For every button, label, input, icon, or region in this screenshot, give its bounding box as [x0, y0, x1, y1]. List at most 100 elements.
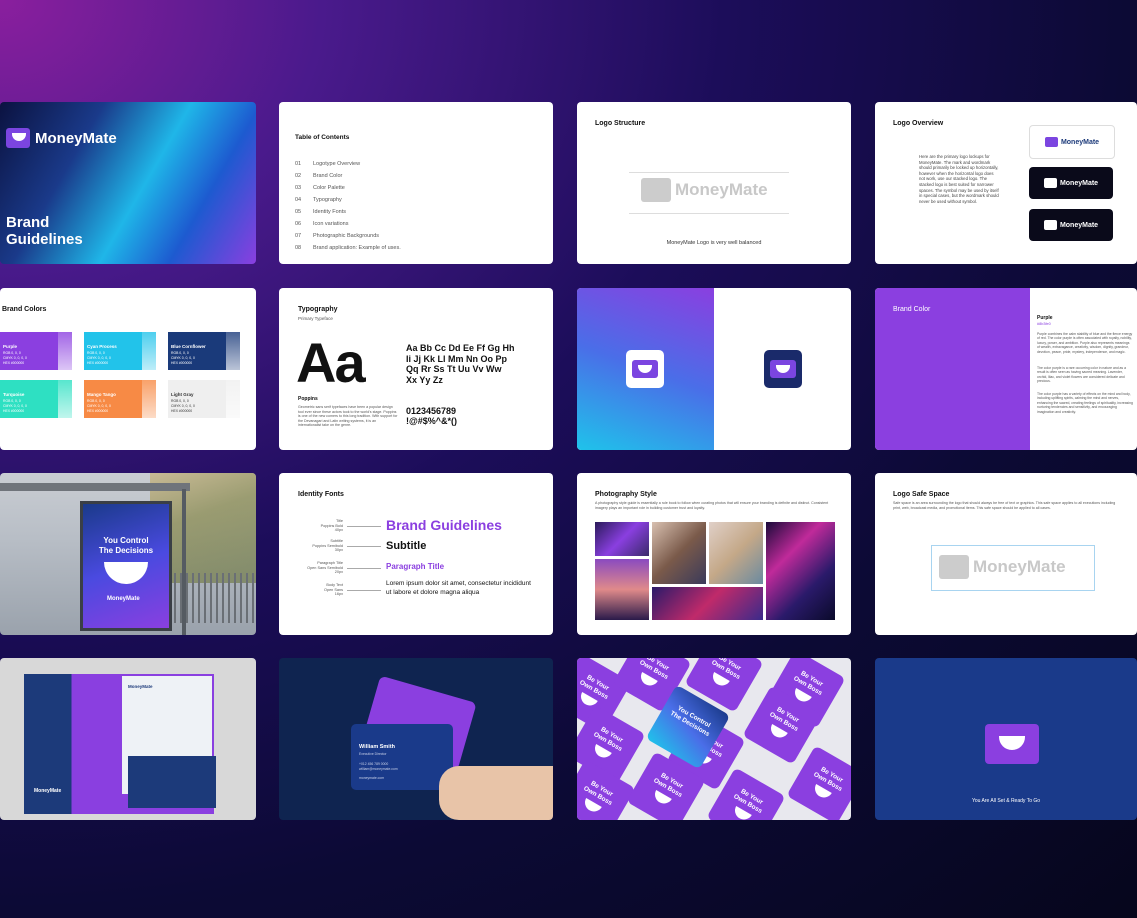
toc-item[interactable]: 01 Logotype Overview [295, 158, 401, 170]
color-swatch: Cyan Process RGB 0, 0, 0 CMYK 0, 0, 0, 0 HE… [84, 332, 156, 370]
logo-structure-slide[interactable]: Logo Structure MoneyMate MoneyMate Logo … [577, 102, 851, 264]
toc-number: 07 [295, 233, 302, 239]
billboard-slide[interactable]: You Control The Decisions MoneyMate [0, 473, 256, 635]
font-spec-label: Paragraph Title Open Sans Semibold 20px [289, 561, 343, 575]
swatch-name: Light Gray [171, 392, 194, 397]
color-swatch: Turquoise RGB 0, 0, 0 CMYK 0, 0, 0, 0 HEX #… [0, 380, 72, 418]
wallet-icon [6, 128, 30, 148]
stickers-slide[interactable]: Be Your Own Boss Be Your Own Boss Be Your Own… [577, 658, 851, 820]
swatch-name: Blue Cornflower [171, 344, 206, 349]
typography-subtitle: Primary Typeface [298, 316, 333, 321]
toc-label: Brand application: Example of uses. [313, 245, 401, 251]
color-swatch: Light Gray RGB 0, 0, 0 CMYK 0, 0, 0, 0 HEX … [168, 380, 240, 418]
structure-caption: MoneyMate Logo is very well balanced [666, 240, 762, 246]
folder-brand: MoneyMate [34, 788, 62, 794]
cover-title: Brand Guidelines [6, 214, 83, 248]
variant-brand-name: MoneyMate [1059, 221, 1099, 229]
safe-space-body: Safe space is an area surrounding the lo… [893, 501, 1116, 510]
closing-text: You Are All Set & Ready To Go [971, 798, 1041, 804]
swatch-name: Cyan Process [87, 344, 117, 349]
logo-overview-slide[interactable]: Logo Overview Here are the primary logo … [875, 102, 1137, 264]
card-phone: +012 456 789 0000 [359, 762, 389, 766]
swatch-tints [226, 380, 240, 418]
swatch-value: HEX #000000 [3, 361, 25, 365]
swatch-value: CMYK 0, 0, 0, 0 [87, 356, 111, 360]
wallet-icon [770, 360, 796, 378]
photo-2 [652, 522, 706, 584]
swatch-value: HEX #000000 [87, 361, 109, 365]
logo-overview-title: Logo Overview [893, 120, 944, 127]
shelter-roof [0, 483, 190, 491]
swatch-value: CMYK 0, 0, 0, 0 [87, 404, 111, 408]
toc-slide[interactable]: Table of Contents 01 Logotype Overview 02 B… [279, 102, 553, 264]
cover-slide[interactable]: MoneyMate Brand Guidelines [0, 102, 256, 264]
sample-title: Brand Guidelines [386, 517, 502, 533]
structure-logo: MoneyMate [641, 178, 768, 202]
swatch-value: CMYK 0, 0, 0, 0 [171, 356, 195, 360]
photo-1 [595, 522, 649, 556]
toc-item[interactable]: 05 Identity Fonts [295, 206, 401, 218]
toc-number: 08 [295, 245, 302, 251]
swatch-value: RGB 0, 0, 0 [171, 351, 189, 355]
digits: 0123456789 [406, 406, 457, 416]
wallet-icon [1043, 178, 1057, 188]
wallet-smile [999, 736, 1025, 750]
typography-slide[interactable]: Typography Primary Typeface Aa Poppins G… [279, 288, 553, 450]
font-spec-line: 20px [334, 570, 343, 575]
business-card-slide[interactable]: William Smith Executive Director +012 45… [279, 658, 553, 820]
identity-fonts-slide[interactable]: Identity Fonts Brand Guidelines Subtitle… [279, 473, 553, 635]
type-specimen: Aa [296, 331, 366, 394]
logo-variant: MoneyMate [1029, 167, 1113, 199]
photo-6 [652, 587, 763, 620]
sample-subtitle: Subtitle [386, 540, 427, 552]
color-p2: The color purple is a rare occurring col… [1037, 366, 1126, 384]
toc-item[interactable]: 08 Brand application: Example of uses. [295, 242, 401, 254]
safe-space-slide[interactable]: Logo Safe Space Safe space is an area su… [875, 473, 1137, 635]
hand [439, 766, 553, 820]
toc-item[interactable]: 04 Typography [295, 194, 401, 206]
app-icon-dark [764, 350, 802, 388]
wallet-large-icon [985, 724, 1039, 764]
toc-number: 06 [295, 221, 302, 227]
toc-item[interactable]: 07 Photographic Backgrounds [295, 230, 401, 242]
alphabet-line1: Aa Bb Cc Dd Ee Ff Gg Hh [406, 343, 515, 353]
color-swatch: Mango Tango RGB 0, 0, 0 CMYK 0, 0, 0, 0 HEX… [84, 380, 156, 418]
photo-3 [709, 522, 763, 584]
swatch-tints [58, 380, 72, 418]
safe-brand-name: MoneyMate [973, 557, 1066, 576]
card-role: Executive Director [359, 752, 387, 756]
swatch-value: CMYK 0, 0, 0, 0 [3, 404, 27, 408]
variant-brand-name: MoneyMate [1059, 179, 1099, 187]
connector-line [347, 568, 381, 569]
brand-color-title: Brand Color [893, 306, 931, 313]
brand-colors-slide[interactable]: Brand Colors Purple RGB 0, 0, 0 CMYK 0, 0,… [0, 288, 256, 450]
toc-number: 04 [295, 197, 302, 203]
photography-slide[interactable]: Photography Style A photography style gu… [577, 473, 851, 635]
icon-variations-slide[interactable] [577, 288, 851, 450]
sample-paragraph-title: Paragraph Title [386, 562, 445, 571]
swatch-value: RGB 0, 0, 0 [3, 399, 21, 403]
photography-title: Photography Style [595, 491, 657, 498]
typography-title: Typography [298, 306, 338, 313]
toc-item[interactable]: 06 Icon variations [295, 218, 401, 230]
swatch-value: RGB 0, 0, 0 [171, 399, 189, 403]
structure-brand-name: MoneyMate [675, 180, 768, 199]
swatch-value: CMYK 0, 0, 0, 0 [3, 356, 27, 360]
font-spec-line: 30px [334, 548, 343, 553]
swatch-value: HEX #000000 [171, 361, 193, 365]
toc-item[interactable]: 02 Brand Color [295, 170, 401, 182]
toc-label: Typography [313, 197, 342, 203]
sample-body: Lorem ipsum dolor sit amet, consectetur … [386, 580, 531, 596]
font-spec-label: Title Poppins Bold 40px [289, 519, 343, 533]
brand-color-slide[interactable]: Brand Color Purple #8b3fe0 Purple combin… [875, 288, 1137, 450]
stationery-slide[interactable]: MoneyMate MoneyMate [0, 658, 256, 820]
poster-line1: You Control [103, 536, 149, 545]
closing-slide[interactable]: You Are All Set & Ready To Go [875, 658, 1137, 820]
symbols: !@#$%^&*() [406, 416, 458, 426]
poster: You Control The Decisions MoneyMate [80, 501, 172, 631]
swatch-value: HEX #000000 [87, 409, 109, 413]
font-spec-line: 16px [334, 592, 343, 597]
safe-space-title: Logo Safe Space [893, 491, 950, 498]
swatch-tints [58, 332, 72, 370]
toc-item[interactable]: 03 Color Palette [295, 182, 401, 194]
